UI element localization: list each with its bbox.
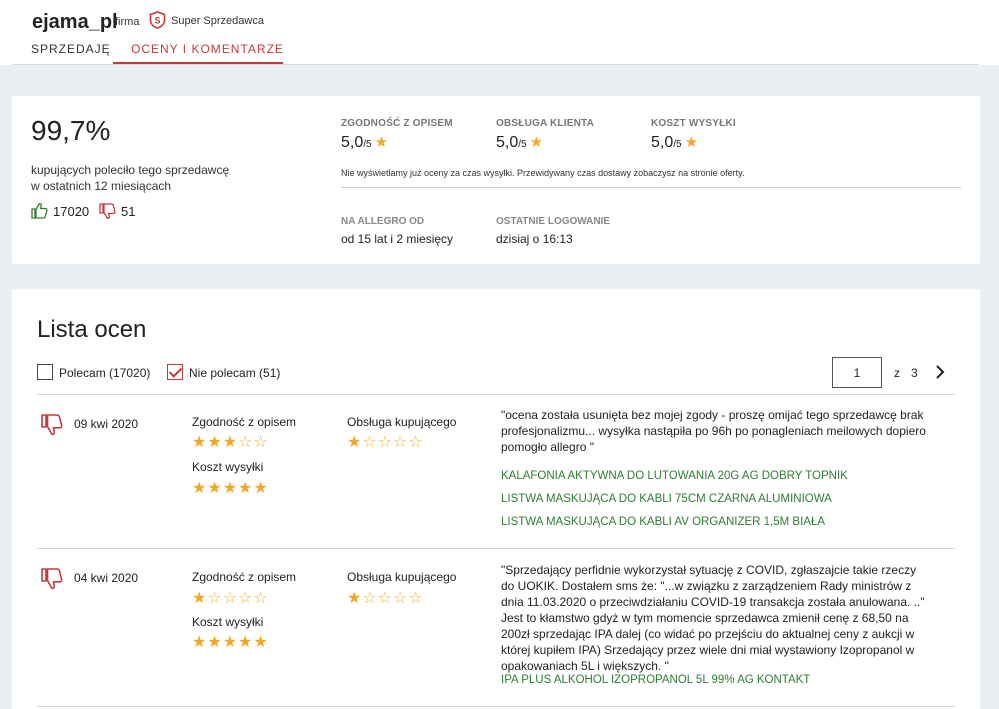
service-rating-label: Obsługa kupującego [347,570,457,584]
super-seller-badge-icon: S [149,11,166,29]
shipping-rating-stars: ★★★★★ [192,634,269,651]
star-icon: ★ [374,134,389,151]
divider [37,706,955,707]
metric-description-value: 5,0/5 ★ [341,133,388,152]
divider [12,64,979,65]
svg-text:S: S [154,16,160,26]
star-icon: ★ [684,134,699,151]
divider [341,187,961,188]
on-allegro-value: od 15 lat i 2 miesięcy [341,232,454,246]
service-rating-stars: ★☆☆☆☆ [347,590,424,607]
positive-count: 17020 [53,204,90,219]
seller-name: ejama_pl [32,11,118,33]
review-date: 04 kwi 2020 [74,571,139,585]
thumbs-down-icon [41,568,63,590]
metric-scale: /5 [363,139,372,150]
filter-polecam-checkbox[interactable] [37,364,53,380]
divider [37,394,955,395]
metric-scale: /5 [673,139,682,150]
page-of-label: z [894,366,900,380]
negative-count: 51 [121,204,136,219]
ratings-list-card: Lista ocen Polecam (17020) Nie polecam (… [12,289,980,709]
page-number-input[interactable] [832,357,882,388]
review-comment: "Sprzedający perfidnie wykorzystał sytua… [501,563,925,673]
metric-scale: /5 [518,139,527,150]
metric-service-label: OBSŁUGA KLIENTA [496,118,594,129]
on-allegro-label: NA ALLEGRO OD [341,216,425,227]
metric-value: 5,0 [341,134,364,151]
star-icon: ★ [529,134,544,151]
shipping-rating-label: Koszt wysyłki [192,615,264,629]
filter-nie-polecam-label[interactable]: Nie polecam (51) [189,366,280,380]
last-login-value: dzisiaj o 16:13 [496,232,573,246]
metric-shipping-label: KOSZT WYSYŁKI [651,118,736,129]
shipping-rating-stars: ★★★★★ [192,480,269,497]
tab-oceny-i-komentarze[interactable]: OCENY I KOMENTARZE [131,42,284,56]
super-seller-label: Super Sprzedawca [171,15,264,27]
recommend-percent: 99,7% [31,115,111,146]
metric-service-value: 5,0/5 ★ [496,133,543,152]
tab-sprzedaje[interactable]: SPRZEDAJĘ [31,42,111,56]
product-link[interactable]: LISTWA MASKUJĄCA DO KABLI AV ORGANIZER 1… [501,516,825,528]
service-rating-stars: ★☆☆☆☆ [347,434,424,451]
rating-summary-card: 99,7% kupujących poleciło tego sprzedawc… [12,96,980,264]
next-page-chevron-icon[interactable] [932,363,948,381]
shipping-time-note: Nie wyświetlamy już oceny za czas wysyłk… [341,168,745,178]
seller-type: firma [115,16,140,28]
product-link[interactable]: LISTWA MASKUJĄCA DO KABLI 75cm CZARNA AL… [501,493,832,505]
last-login-label: OSTATNIE LOGOWANIE [496,216,611,227]
metric-description-label: ZGODNOŚĆ Z OPISEM [341,118,453,129]
review-date: 09 kwi 2020 [74,417,139,431]
desc-rating-label: Zgodność z opisem [192,570,297,584]
metric-value: 5,0 [496,134,519,151]
seller-header: ejama_pl firma S Super Sprzedawca SPRZED… [0,0,999,65]
product-link[interactable]: KALAFONIA AKTYWNA DO LUTOWANIA 20g AG DO… [501,470,848,482]
list-title: Lista ocen [37,316,147,343]
desc-rating-stars: ★★★☆☆ [192,434,269,451]
filter-polecam-label[interactable]: Polecam (17020) [59,366,150,380]
divider [37,548,955,549]
product-link[interactable]: IPA PLUS ALKOHOL IZOPROPANOL 5L 99% AG K… [501,674,810,686]
recommend-description-line: kupujących poleciło tego sprzedawcę [31,163,230,177]
recommend-description-line: w ostatnich 12 miesiącach [31,179,172,193]
thumbs-down-icon [99,203,116,220]
thumbs-down-icon [41,414,63,436]
desc-rating-stars: ★☆☆☆☆ [192,590,269,607]
recommend-description: kupujących poleciło tego sprzedawcę w os… [31,162,251,194]
service-rating-label: Obsługa kupującego [347,415,457,429]
metric-shipping-value: 5,0/5 ★ [651,133,698,152]
shipping-rating-label: Koszt wysyłki [192,460,264,474]
thumbs-up-icon [31,202,48,219]
metric-value: 5,0 [651,134,674,151]
review-comment: "ocena została usunięta bez mojej zgody … [501,408,926,454]
desc-rating-label: Zgodność z opisem [192,415,297,429]
filter-nie-polecam-checkbox[interactable] [167,364,183,380]
page-total: 3 [911,366,918,380]
